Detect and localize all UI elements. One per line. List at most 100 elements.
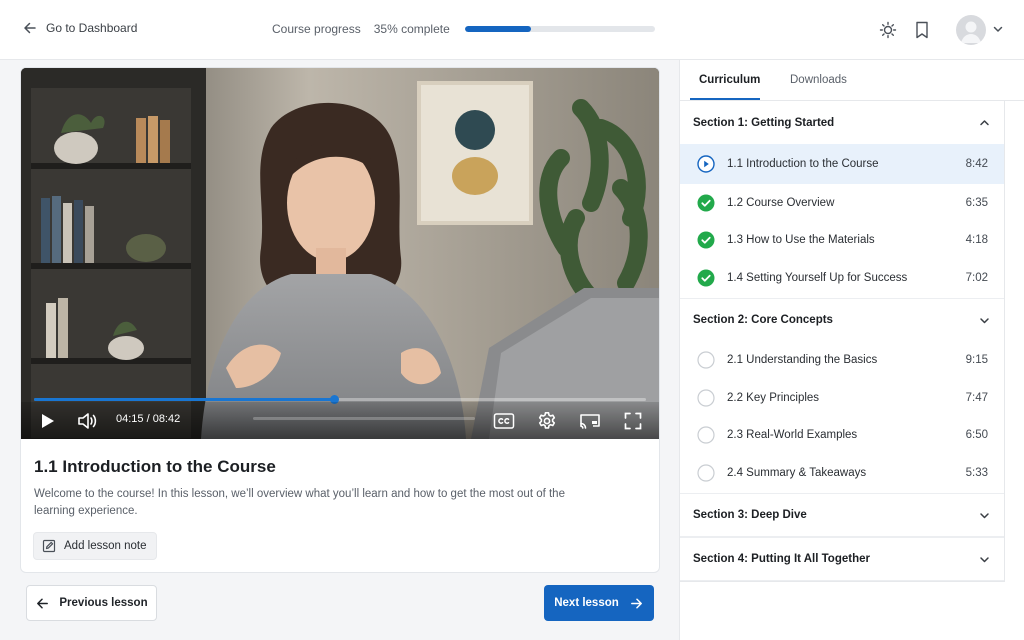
- cast-button[interactable]: [578, 409, 602, 433]
- fullscreen-icon: [624, 412, 642, 430]
- lesson-item[interactable]: 2.1 Understanding the Basics 9:15: [680, 342, 1004, 380]
- lesson-card: 04:15 / 08:42 1.1 Introduction to the Co…: [20, 67, 660, 573]
- empty-circle-icon: [697, 351, 715, 369]
- captions-button[interactable]: [492, 409, 516, 433]
- lesson-item[interactable]: 1.1 Introduction to the Course 8:42: [680, 144, 1004, 184]
- lesson-item-duration: 9:15: [965, 354, 988, 367]
- bookmark-button[interactable]: [911, 19, 933, 41]
- empty-circle-icon: [697, 389, 715, 407]
- check-circle-icon: [697, 269, 715, 287]
- lesson-item[interactable]: 2.4 Summary & Takeaways 5:33: [680, 454, 1004, 492]
- video-time: 04:15 / 08:42: [116, 413, 181, 425]
- section-title: Section 2: Core Concepts: [693, 314, 833, 326]
- lesson-title: 1.1 Introduction to the Course: [34, 457, 276, 476]
- curriculum-section: Section 1: Getting Started 1.1 Introducti…: [680, 101, 1004, 299]
- section-header[interactable]: Section 3: Deep Dive: [680, 494, 1004, 537]
- previous-lesson-button[interactable]: Previous lesson: [26, 585, 157, 621]
- chevron-down-icon[interactable]: [991, 22, 1005, 36]
- video-scrub-fill: [34, 398, 334, 401]
- volume-icon: [78, 413, 97, 429]
- play-icon: [42, 414, 54, 428]
- next-lesson-button[interactable]: Next lesson: [544, 585, 654, 621]
- lesson-item-title: 2.4 Summary & Takeaways: [727, 466, 867, 479]
- video-frame-image: [21, 68, 659, 439]
- fullscreen-button[interactable]: [621, 409, 645, 433]
- video-player[interactable]: 04:15 / 08:42: [21, 68, 659, 439]
- user-avatar[interactable]: [956, 15, 986, 45]
- lesson-item-duration: 6:50: [965, 429, 988, 442]
- lesson-item-duration: 7:02: [965, 271, 988, 284]
- lesson-description: Welcome to the course! In this lesson, w…: [34, 488, 565, 517]
- section-header[interactable]: Section 1: Getting Started: [680, 101, 1004, 144]
- closed-captions-icon: [493, 413, 515, 429]
- lesson-item-title: 1.2 Course Overview: [727, 196, 835, 209]
- play-button[interactable]: [35, 409, 59, 433]
- edit-note-icon: [42, 539, 56, 553]
- lesson-item[interactable]: 1.4 Setting Yourself Up for Success 7:02: [680, 259, 1004, 297]
- active-tab-indicator: [690, 98, 760, 100]
- next-lesson-label: Next lesson: [554, 597, 619, 609]
- cast-icon: [580, 414, 600, 429]
- course-progress: Course progress 35% complete: [272, 22, 655, 36]
- course-progress-percent: 35% complete: [373, 22, 450, 36]
- volume-button[interactable]: [75, 409, 99, 433]
- video-scrub-bar[interactable]: [34, 395, 646, 404]
- section-title: Section 1: Getting Started: [693, 116, 835, 129]
- go-to-dashboard-label: Go to Dashboard: [46, 21, 138, 35]
- sun-icon: [879, 21, 897, 39]
- lesson-item-duration: 4:18: [965, 234, 988, 247]
- top-header: Go to Dashboard Course progress 35% comp…: [0, 0, 1024, 60]
- add-lesson-note-button[interactable]: Add lesson note: [33, 532, 158, 560]
- go-to-dashboard-link[interactable]: Go to Dashboard: [22, 20, 137, 36]
- curriculum-section: Section 4: Putting It All Together: [680, 538, 1004, 581]
- bookmark-icon: [916, 21, 928, 39]
- chevron-down-icon: [980, 512, 989, 518]
- lesson-item[interactable]: 2.2 Key Principles 7:47: [680, 379, 1004, 417]
- empty-circle-icon: [697, 426, 715, 444]
- section-title: Section 3: Deep Dive: [693, 508, 807, 521]
- arrow-left-icon: [24, 22, 36, 34]
- gear-icon: [538, 412, 556, 429]
- chevron-up-icon: [980, 120, 989, 126]
- add-lesson-note-label: Add lesson note: [64, 540, 147, 552]
- lesson-item-title: 2.1 Understanding the Basics: [727, 354, 878, 367]
- lesson-item-title: 1.3 How to Use the Materials: [727, 234, 875, 247]
- course-progress-fill: [464, 26, 532, 32]
- lesson-item[interactable]: 1.3 How to Use the Materials 4:18: [680, 222, 1004, 260]
- chevron-down-icon: [980, 317, 989, 323]
- tab-curriculum[interactable]: Curriculum: [699, 74, 760, 86]
- settings-button[interactable]: [535, 409, 559, 433]
- arrow-left-icon: [37, 598, 49, 608]
- curriculum-section: Section 3: Deep Dive: [680, 494, 1004, 538]
- check-circle-icon: [697, 194, 715, 212]
- lesson-item[interactable]: 2.3 Real-World Examples 6:50: [680, 417, 1004, 455]
- lesson-item-duration: 5:33: [965, 466, 988, 479]
- lesson-item-duration: 8:42: [965, 158, 988, 170]
- tab-downloads[interactable]: Downloads: [790, 74, 847, 86]
- curriculum-panel: Curriculum Downloads Section 1: Getting …: [679, 60, 1024, 640]
- arrow-right-icon: [630, 598, 642, 608]
- lesson-item-title: 1.1 Introduction to the Course: [727, 158, 879, 170]
- lesson-item-duration: 7:47: [965, 391, 988, 404]
- theme-toggle-button[interactable]: [877, 19, 899, 41]
- previous-lesson-label: Previous lesson: [59, 597, 148, 609]
- curriculum-list: Section 1: Getting Started 1.1 Introducti…: [680, 101, 1005, 582]
- video-controls: 04:15 / 08:42: [21, 402, 659, 439]
- secondary-track: [253, 417, 475, 420]
- lesson-item-duration: 6:35: [965, 196, 988, 209]
- course-progress-bar: [464, 26, 655, 32]
- curriculum-section: Section 2: Core Concepts 2.1 Understandin…: [680, 299, 1004, 494]
- course-progress-label: Course progress: [272, 22, 361, 36]
- lesson-item-title: 2.3 Real-World Examples: [727, 429, 858, 442]
- check-circle-icon: [697, 231, 715, 249]
- lesson-item-title: 2.2 Key Principles: [727, 391, 820, 404]
- empty-circle-icon: [697, 464, 715, 482]
- play-circle-icon: [697, 155, 715, 173]
- lesson-item-title: 1.4 Setting Yourself Up for Success: [727, 271, 908, 284]
- lesson-item[interactable]: 1.2 Course Overview 6:35: [680, 184, 1004, 222]
- section-header[interactable]: Section 2: Core Concepts: [680, 299, 1004, 342]
- chevron-down-icon: [980, 556, 989, 562]
- section-header[interactable]: Section 4: Putting It All Together: [680, 538, 1004, 581]
- panel-tabs: Curriculum Downloads: [680, 60, 1024, 101]
- user-icon: [961, 21, 981, 43]
